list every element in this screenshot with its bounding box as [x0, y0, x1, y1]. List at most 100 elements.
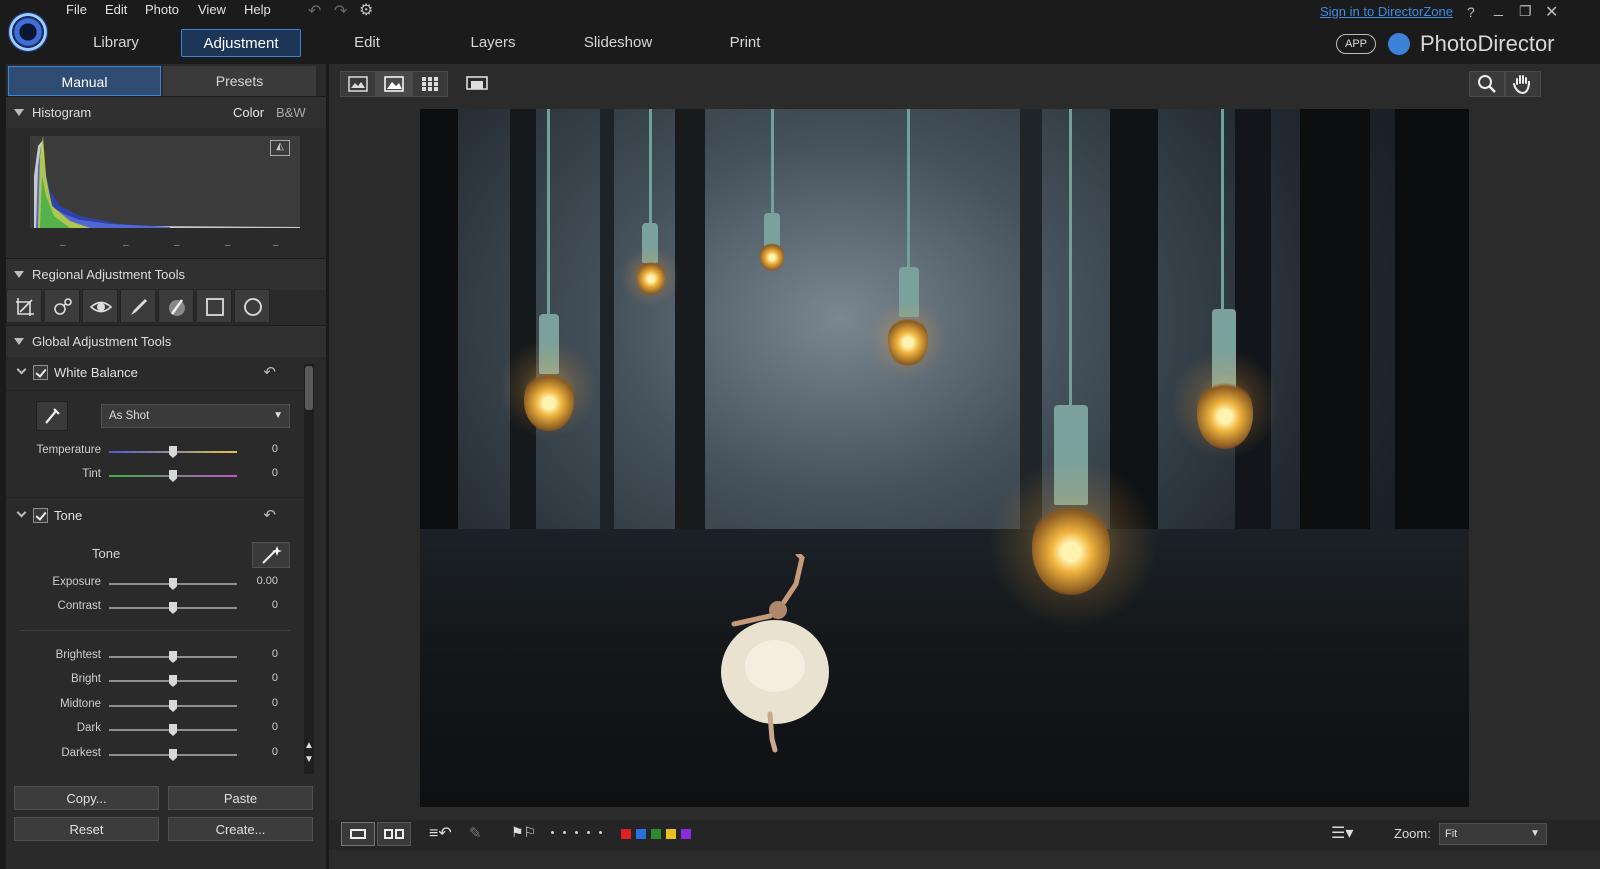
rectangle-mask-tool-button[interactable] [196, 289, 232, 323]
single-view-button[interactable] [376, 71, 412, 97]
slider-value[interactable]: 0.00 [238, 575, 278, 587]
zoom-tool-button[interactable] [1469, 71, 1505, 97]
color-label-swatch[interactable] [651, 829, 661, 839]
color-label-swatch[interactable] [621, 829, 631, 839]
tab-edit[interactable]: Edit [345, 29, 389, 57]
tab-adjustment[interactable]: Adjustment [181, 29, 301, 57]
histogram-bw-toggle[interactable]: B&W [276, 97, 306, 129]
photo-canvas[interactable] [420, 109, 1469, 807]
spot-removal-tool-button[interactable] [44, 289, 80, 323]
white-balance-reset-icon[interactable]: ↶ [263, 355, 276, 391]
tone-header[interactable]: Tone ↶ [6, 497, 306, 533]
subtab-manual[interactable]: Manual [8, 66, 161, 96]
rotate-list-icon[interactable]: ≡↶ [429, 823, 452, 843]
midtone-slider[interactable] [109, 700, 237, 712]
crop-tool-button[interactable] [6, 289, 42, 323]
menu-view[interactable]: View [198, 2, 226, 17]
slider-value[interactable]: 0 [238, 467, 278, 479]
bright-slider[interactable] [109, 675, 237, 687]
chevron-down-icon[interactable] [16, 507, 27, 518]
flag-icon[interactable]: ⚑⚐ [511, 824, 536, 841]
slider-handle[interactable] [169, 470, 177, 482]
darkest-slider[interactable] [109, 749, 237, 761]
slider-handle[interactable] [169, 700, 177, 712]
settings-gear-icon[interactable]: ⚙ [359, 0, 373, 20]
slider-handle[interactable] [169, 602, 177, 614]
rating-star-dot[interactable] [587, 831, 590, 834]
brush-tool-button[interactable] [120, 289, 156, 323]
sort-menu-icon[interactable]: ☰▾ [1331, 823, 1353, 843]
brightest-slider[interactable] [109, 651, 237, 663]
panel-scrollbar[interactable] [304, 364, 314, 774]
dark-slider[interactable] [109, 724, 237, 736]
white-balance-header[interactable]: White Balance ↶ [6, 355, 306, 391]
slider-value[interactable]: 0 [238, 697, 278, 709]
slider-handle[interactable] [169, 446, 177, 458]
single-photo-view-button[interactable] [341, 822, 375, 846]
zoom-select[interactable]: Fit ▼ [1439, 823, 1547, 845]
slider-handle[interactable] [169, 578, 177, 590]
scrollbar-thumb[interactable] [305, 366, 313, 410]
histogram-color-toggle[interactable]: Color [233, 97, 264, 129]
slider-handle[interactable] [169, 675, 177, 687]
menu-file[interactable]: File [66, 2, 87, 17]
pan-tool-button[interactable] [1505, 71, 1541, 97]
rating-star-dot[interactable] [575, 831, 578, 834]
chevron-down-icon[interactable] [16, 364, 27, 375]
help-icon[interactable]: ? [1467, 4, 1475, 20]
radial-mask-tool-button[interactable] [234, 289, 270, 323]
rating-star-dot[interactable] [551, 831, 554, 834]
slider-value[interactable]: 0 [238, 648, 278, 660]
tab-slideshow[interactable]: Slideshow [583, 29, 653, 57]
undo-icon[interactable]: ↶ [308, 1, 321, 21]
regional-tools-header[interactable]: Regional Adjustment Tools [6, 258, 326, 290]
close-icon[interactable]: ✕ [1545, 2, 1558, 22]
global-tools-header[interactable]: Global Adjustment Tools [6, 325, 326, 357]
color-label-swatch[interactable] [681, 829, 691, 839]
slider-value[interactable]: 0 [238, 746, 278, 758]
slider-value[interactable]: 0 [238, 599, 278, 611]
slider-handle[interactable] [169, 724, 177, 736]
slider-value[interactable]: 0 [238, 443, 278, 455]
menu-help[interactable]: Help [244, 2, 271, 17]
minimize-icon[interactable]: _ [1494, 0, 1503, 18]
gradient-brush-tool-button[interactable] [158, 289, 194, 323]
white-balance-checkbox[interactable] [33, 365, 48, 381]
eyedropper-button[interactable] [36, 401, 68, 431]
second-display-icon[interactable] [465, 73, 491, 98]
menu-photo[interactable]: Photo [145, 2, 179, 17]
slider-handle[interactable] [169, 749, 177, 761]
tone-reset-icon[interactable]: ↶ [263, 498, 276, 534]
app-badge[interactable]: APP [1336, 34, 1376, 54]
slider-handle[interactable] [169, 651, 177, 663]
menu-edit[interactable]: Edit [105, 2, 127, 17]
tab-library[interactable]: Library [88, 29, 144, 57]
contrast-slider[interactable] [109, 602, 237, 614]
create-preset-button[interactable]: Create... [168, 817, 313, 841]
histogram-clip-icon[interactable]: ◭ [270, 140, 290, 156]
slider-value[interactable]: 0 [238, 672, 278, 684]
paste-button[interactable]: Paste [168, 786, 313, 810]
rating-star-dot[interactable] [599, 831, 602, 834]
slider-value[interactable]: 0 [238, 721, 278, 733]
rating-star-dot[interactable] [563, 831, 566, 834]
restore-icon[interactable]: ❐ [1519, 3, 1532, 20]
auto-tone-button[interactable] [252, 542, 290, 568]
red-eye-tool-button[interactable] [82, 289, 118, 323]
exposure-slider[interactable] [109, 578, 237, 590]
subtab-presets[interactable]: Presets [163, 66, 316, 96]
tab-print[interactable]: Print [725, 29, 765, 57]
color-label-swatch[interactable] [666, 829, 676, 839]
tab-layers[interactable]: Layers [468, 29, 518, 57]
temperature-slider[interactable] [109, 446, 237, 458]
reset-button[interactable]: Reset [14, 817, 159, 841]
scroll-up-icon[interactable]: ▲ [304, 740, 314, 751]
before-after-view-button[interactable] [340, 71, 376, 97]
histogram-header[interactable]: Histogram Color B&W [6, 96, 326, 128]
white-balance-preset-select[interactable]: As Shot ▼ [101, 404, 290, 428]
edit-pen-icon[interactable]: ✎ [469, 824, 482, 842]
copy-button[interactable]: Copy... [14, 786, 159, 810]
color-label-swatch[interactable] [636, 829, 646, 839]
sign-in-link[interactable]: Sign in to DirectorZone [1320, 4, 1453, 19]
notification-bell-icon[interactable] [1388, 33, 1410, 55]
